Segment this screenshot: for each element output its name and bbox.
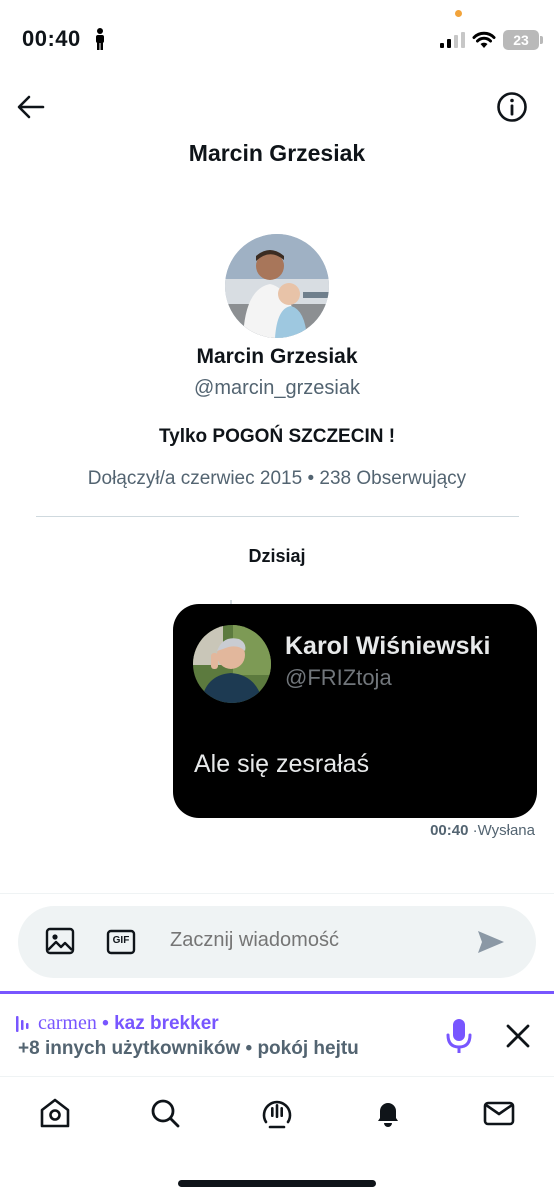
conversation-title: Marcin Grzesiak <box>188 140 366 166</box>
tweet-author-avatar[interactable] <box>193 625 271 703</box>
message-meta: 00:40 ·Wysłana <box>430 822 535 839</box>
message-time: 00:40 <box>430 822 469 839</box>
profile-bio: Tylko POGOŃ SZCZECIN ! <box>158 426 396 447</box>
search-icon[interactable] <box>148 1096 182 1130</box>
home-indicator[interactable] <box>178 1180 376 1187</box>
date-separator: Dzisiaj <box>248 546 306 566</box>
messages-icon[interactable] <box>482 1096 516 1130</box>
message-input[interactable] <box>170 929 450 952</box>
gif-label: GIF <box>112 935 130 946</box>
privacy-indicator-dot <box>455 10 462 17</box>
divider <box>36 516 519 517</box>
tweet-author-handle[interactable]: @FRIZtoja <box>285 665 392 691</box>
person-icon <box>96 28 104 50</box>
microphone-icon[interactable] <box>443 1017 475 1055</box>
home-icon[interactable] <box>38 1096 72 1130</box>
send-icon[interactable] <box>476 928 506 956</box>
gif-button[interactable]: GIF <box>106 928 136 956</box>
space-host-separator: • <box>96 1013 115 1034</box>
message-status: ·Wysłana <box>472 822 535 839</box>
image-icon[interactable] <box>44 925 76 957</box>
profile-handle[interactable]: @marcin_grzesiak <box>0 377 554 400</box>
close-icon[interactable] <box>503 1021 533 1051</box>
tweet-text: Ale się zesrałaś <box>194 750 370 778</box>
info-icon[interactable] <box>495 90 529 124</box>
space-hosts[interactable]: carmen • kaz brekker <box>38 1012 219 1035</box>
battery-indicator: 23 <box>503 30 539 50</box>
space-subtitle[interactable]: +8 innych użytkowników • pokój hejtu <box>18 1038 359 1060</box>
space-host-1: carmen <box>38 1012 97 1034</box>
battery-tip <box>540 36 543 44</box>
spaces-icon[interactable] <box>260 1096 294 1130</box>
space-host-2: kaz brekker <box>114 1013 219 1034</box>
tweet-author-name[interactable]: Karol Wiśniewski <box>285 632 490 661</box>
status-time: 00:40 <box>22 26 81 51</box>
profile-photo <box>225 234 329 338</box>
profile-name[interactable]: Marcin Grzesiak <box>0 345 554 369</box>
back-arrow-icon[interactable] <box>14 90 48 124</box>
nav-divider <box>0 1076 554 1077</box>
space-banner-accent <box>0 991 554 994</box>
profile-avatar[interactable] <box>225 234 329 338</box>
signal-icon <box>440 32 465 48</box>
composer-divider <box>0 893 554 894</box>
tweet-author-photo <box>193 625 271 703</box>
space-bars-icon <box>16 1016 29 1032</box>
profile-meta: Dołączył/a czerwiec 2015 • 238 Obserwują… <box>87 468 467 489</box>
notifications-icon[interactable] <box>371 1096 405 1130</box>
wifi-icon <box>472 31 496 48</box>
